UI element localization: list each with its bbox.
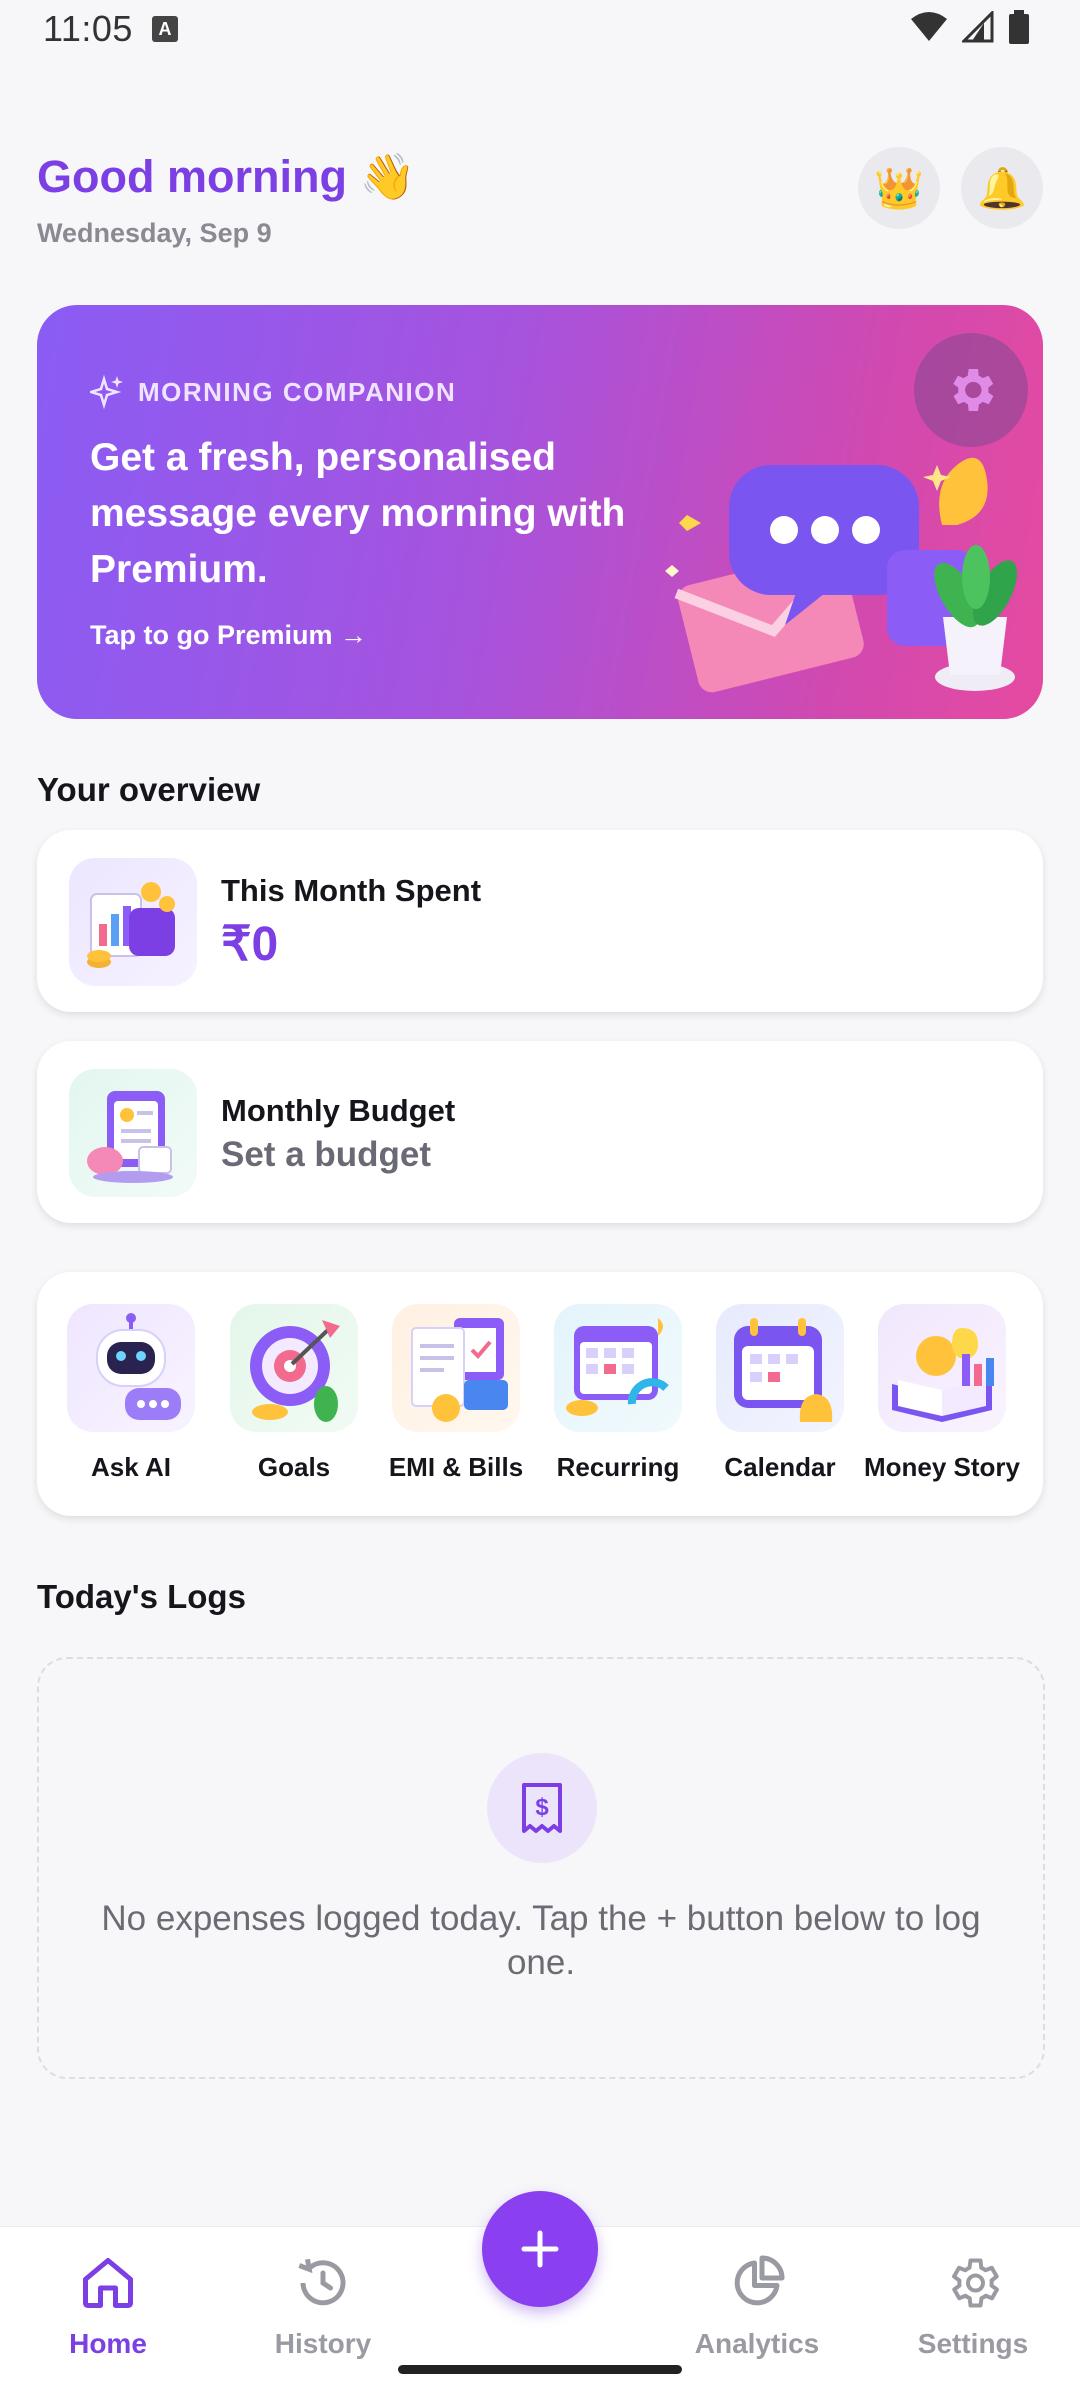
quick-action-label: Goals [257, 1452, 331, 1482]
month-spent-label: This Month Spent [221, 873, 482, 908]
quick-action-recurring[interactable]: Recurring [537, 1304, 699, 1483]
wallet-icon [69, 858, 197, 986]
quick-action-label: Money Story [863, 1452, 1021, 1482]
banner-title: Get a fresh, personalised message every … [90, 436, 626, 591]
bell-icon: 🔔 [977, 166, 1027, 211]
home-icon [83, 2258, 133, 2308]
monthly-budget-card[interactable]: Monthly Budget Set a budget [37, 1041, 1043, 1223]
nav-home[interactable]: Home [28, 2253, 188, 2360]
date-label: Wednesday, Sep 9 [37, 218, 272, 248]
banner-cta-link[interactable]: Tap to go Premium → [90, 620, 367, 651]
settings-gear-icon [952, 2258, 999, 2308]
recurring-calendar-icon [554, 1304, 682, 1432]
calendar-icon [716, 1304, 844, 1432]
set-budget-link[interactable]: Set a budget [221, 1135, 431, 1175]
nav-label: History [274, 2328, 372, 2359]
signal-icon [962, 11, 994, 43]
quick-action-label: Calendar [724, 1452, 836, 1482]
nav-analytics[interactable]: Analytics [677, 2253, 837, 2360]
banner-settings-button[interactable] [914, 333, 1028, 447]
add-expense-button[interactable] [482, 2191, 598, 2307]
receipt-icon: $ [487, 1753, 597, 1863]
nav-label: Home [69, 2328, 147, 2359]
nav-settings[interactable]: Settings [893, 2253, 1053, 2360]
pie-chart-icon [734, 2255, 785, 2306]
empty-logs-message: No expenses logged today. Tap the + butt… [101, 1899, 981, 1982]
plus-icon [521, 2230, 559, 2268]
bill-icon [392, 1304, 520, 1432]
notifications-button[interactable]: 🔔 [961, 147, 1043, 229]
nav-label: Settings [917, 2328, 1029, 2359]
todays-logs-title: Today's Logs [37, 1578, 246, 1615]
wifi-icon [911, 12, 947, 41]
quick-action-money-story[interactable]: Money Story [861, 1304, 1023, 1483]
premium-crown-button[interactable]: 👑 [858, 147, 940, 229]
budget-clipboard-icon [69, 1069, 197, 1197]
nav-label: Analytics [694, 2328, 820, 2359]
status-time: 11:05 [43, 8, 133, 49]
quick-action-label: Ask AI [91, 1452, 171, 1482]
quick-action-label: Recurring [556, 1452, 680, 1482]
quick-actions-card: Ask AI Goals EMI & Bills Recurring Calen… [37, 1272, 1043, 1516]
svg-text:$: $ [535, 1794, 549, 1821]
banner-tag: MORNING COMPANION [90, 375, 456, 409]
quick-action-ask-ai[interactable]: Ask AI [50, 1304, 212, 1483]
banner-tag-text: MORNING COMPANION [138, 376, 457, 407]
notification-a-icon: A [152, 16, 178, 42]
greeting-title: Good morning 👋 [37, 151, 416, 202]
status-icons [910, 10, 1030, 44]
premium-banner[interactable]: MORNING COMPANION Get a fresh, personali… [37, 305, 1043, 719]
nav-history[interactable]: History [243, 2253, 403, 2360]
home-indicator [398, 2365, 682, 2374]
quick-action-emi-bills[interactable]: EMI & Bills [375, 1304, 537, 1483]
robot-icon [67, 1304, 195, 1432]
gear-icon [953, 369, 994, 411]
quick-action-calendar[interactable]: Calendar [699, 1304, 861, 1483]
overview-title: Your overview [37, 771, 261, 808]
sparkle-icon [90, 375, 123, 409]
history-icon [298, 2258, 346, 2306]
crown-icon: 👑 [874, 166, 924, 211]
month-spent-value: ₹0 [221, 918, 279, 971]
quick-action-goals[interactable]: Goals [213, 1304, 375, 1483]
month-spent-card[interactable]: This Month Spent ₹0 [37, 830, 1043, 1012]
monthly-budget-label: Monthly Budget [221, 1093, 456, 1128]
book-icon [878, 1304, 1006, 1432]
quick-action-label: EMI & Bills [388, 1452, 524, 1482]
target-icon [230, 1304, 358, 1432]
empty-logs-panel: $ No expenses logged today. Tap the + bu… [37, 1657, 1045, 2079]
battery-icon [1009, 10, 1029, 44]
